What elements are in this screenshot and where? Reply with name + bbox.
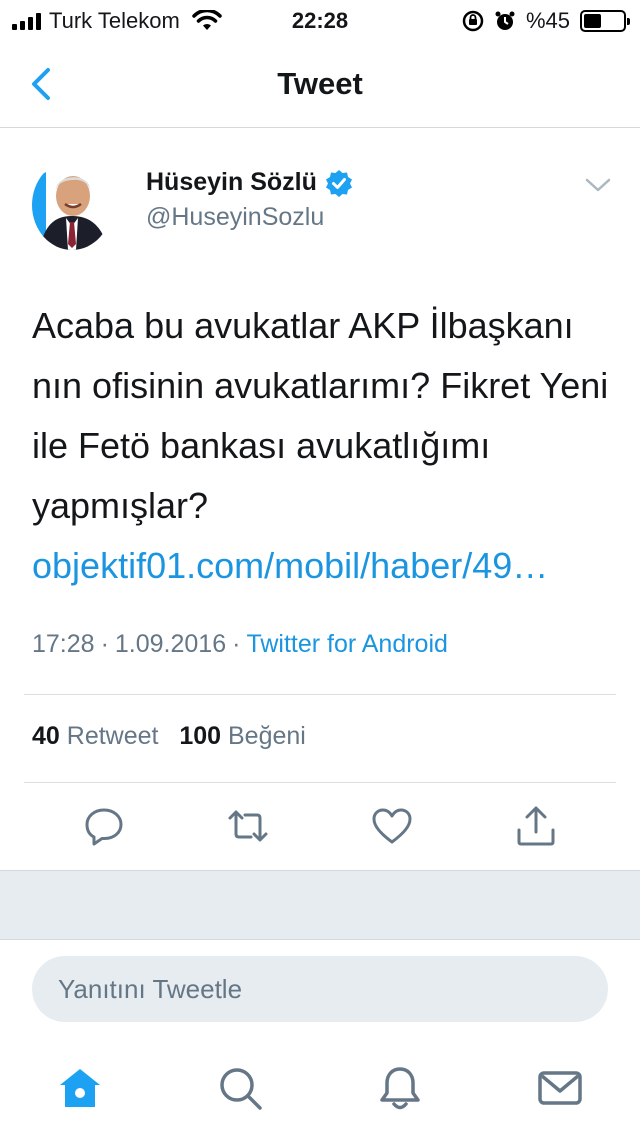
meta-separator: · [232, 630, 241, 658]
status-bar: Turk Telekom 22:28 %45 [0, 0, 640, 40]
chevron-down-icon[interactable] [584, 174, 612, 196]
retweet-stat[interactable]: 40 Retweet [32, 722, 158, 750]
like-label: Beğeni [228, 722, 306, 750]
reply-icon[interactable] [82, 804, 126, 848]
alarm-icon [495, 11, 515, 30]
like-stat[interactable]: 100 Beğeni [179, 722, 306, 750]
like-count: 100 [179, 722, 222, 750]
retweet-icon[interactable] [226, 804, 270, 848]
divider [24, 694, 616, 695]
retweet-count: 40 [32, 722, 60, 750]
author-name-text: Hüseyin Sözlü [146, 168, 317, 196]
avatar[interactable] [32, 160, 112, 250]
battery-fill [584, 14, 602, 28]
tab-bar [0, 1056, 640, 1120]
reply-box[interactable] [32, 956, 608, 1022]
tweet-source-link[interactable]: Twitter for Android [246, 630, 447, 658]
tweet-link[interactable]: objektif01.com/mobil/haber/49… [32, 536, 612, 596]
reply-input[interactable] [32, 956, 608, 1022]
share-icon[interactable] [514, 804, 558, 848]
home-icon[interactable] [56, 1064, 104, 1112]
status-right: %45 [462, 8, 630, 34]
author-name[interactable]: Hüseyin Sözlü [146, 168, 353, 197]
tweet-actions [0, 800, 640, 856]
notifications-icon[interactable] [376, 1064, 424, 1112]
tweet-meta: 17:28 · 1.09.2016 · Twitter for Android [32, 630, 448, 659]
page-title: Tweet [277, 66, 363, 101]
retweet-label: Retweet [66, 722, 159, 750]
tweet-date: 1.09.2016 [114, 630, 227, 658]
messages-icon[interactable] [536, 1064, 584, 1112]
orientation-lock-icon [462, 10, 484, 32]
meta-separator: · [100, 630, 109, 658]
author-handle[interactable]: @HuseyinSozlu [146, 203, 324, 232]
battery-icon [580, 10, 630, 32]
tweet-stats: 40 Retweet 100 Beğeni [32, 722, 306, 751]
battery-percent: %45 [525, 8, 570, 33]
section-separator [0, 870, 640, 940]
verified-badge-icon [325, 169, 352, 197]
tweet-text: Acaba bu avukatlar AKP İlbaşkanı nın ofi… [32, 305, 609, 526]
tweet-time: 17:28 [32, 630, 95, 658]
heart-icon[interactable] [370, 804, 414, 848]
search-icon[interactable] [216, 1064, 264, 1112]
nav-bar: Tweet [0, 40, 640, 128]
divider [24, 782, 616, 783]
